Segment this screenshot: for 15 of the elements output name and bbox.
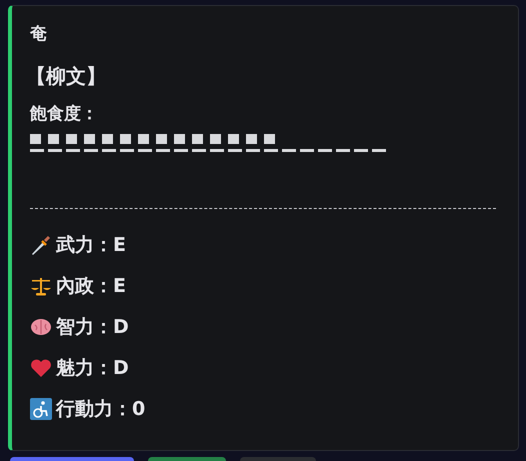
stat-text: 武力：E	[56, 233, 126, 257]
wheelchair-icon	[30, 398, 52, 420]
brain-icon	[30, 316, 52, 338]
scales-icon	[30, 275, 52, 297]
stat-text: 內政：E	[56, 274, 126, 298]
action-button[interactable]	[10, 457, 134, 461]
action-button[interactable]	[148, 457, 226, 461]
stat-text: 智力：D	[56, 315, 129, 339]
heart-icon	[30, 357, 52, 379]
hunger-label: 飽食度：	[30, 103, 99, 126]
character-name: 【柳文】	[26, 63, 107, 90]
stat-text: 行動力：0	[56, 397, 146, 421]
author-name: 奄	[30, 23, 48, 46]
dagger-icon	[30, 234, 52, 256]
stat-text: 魅力：D	[56, 356, 129, 380]
